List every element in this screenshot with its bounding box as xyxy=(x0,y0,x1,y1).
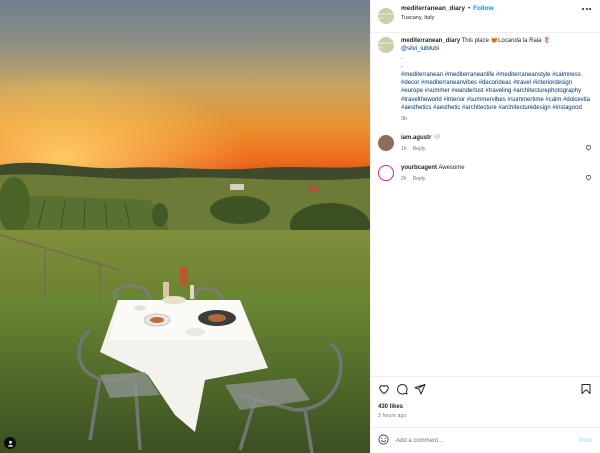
comment-text: Awesome xyxy=(438,165,465,172)
caption-hashtags[interactable]: #mediterranean #mediterraneanlife #medit… xyxy=(401,71,591,113)
author-avatar[interactable]: mediterranean diary xyxy=(376,8,396,24)
comment-username[interactable]: yourbcagent xyxy=(401,165,437,171)
comment-text: 🤍 xyxy=(433,135,441,142)
post-location[interactable]: Tuscany, Italy xyxy=(401,15,494,21)
comment-username[interactable]: iam.agustr xyxy=(401,135,431,141)
comments-section: mediterranean diary mediterranean_diary … xyxy=(371,33,600,376)
caption-emoji: 😻 xyxy=(490,38,499,44)
share-icon[interactable] xyxy=(414,382,426,400)
post-side-panel: mediterranean diary mediterranean_diary … xyxy=(370,0,600,453)
heart-icon[interactable] xyxy=(378,382,390,400)
tuscany-dinner-photo xyxy=(0,0,370,453)
caption-emoji-2: 🌷 xyxy=(543,38,551,44)
post-header: mediterranean diary mediterranean_diary … xyxy=(371,0,600,33)
caption-time: 3h xyxy=(401,115,408,122)
caption-text-suffix: Locanda la Raia xyxy=(498,38,544,44)
avatar-text: mediterranean diary xyxy=(376,12,396,20)
comment-like-icon[interactable] xyxy=(585,168,592,186)
add-comment-bar: Post xyxy=(371,427,600,453)
post-caption: mediterranean diary mediterranean_diary … xyxy=(376,37,592,123)
post-comment-button[interactable]: Post xyxy=(579,438,592,444)
emoji-icon[interactable] xyxy=(378,432,389,450)
caption-avatar-text: mediterranean diary xyxy=(376,41,396,49)
bookmark-icon[interactable] xyxy=(580,382,592,400)
caption-dot-2: . xyxy=(401,63,403,70)
post-timestamp: 3 hours ago xyxy=(378,413,407,419)
reply-button[interactable]: Reply xyxy=(413,175,426,183)
comment-item: iam.agustr 🤍 1h Reply xyxy=(378,134,592,153)
more-icon[interactable] xyxy=(582,8,591,10)
comment-time: 1h xyxy=(401,146,407,153)
caption-text-prefix: This place xyxy=(461,38,491,44)
follow-button[interactable]: Follow xyxy=(473,5,494,12)
comment-icon[interactable] xyxy=(396,382,408,400)
comment-item: yourbcagent Awesome 2h Reply xyxy=(378,164,592,183)
caption-username[interactable]: mediterranean_diary xyxy=(401,38,460,44)
user-tag-icon[interactable] xyxy=(4,437,16,449)
caption-avatar[interactable]: mediterranean diary xyxy=(376,37,396,53)
reply-button[interactable]: Reply xyxy=(413,145,426,153)
post-photo[interactable] xyxy=(0,0,370,453)
comment-like-icon[interactable] xyxy=(585,138,592,156)
caption-dot-1: . xyxy=(401,54,403,61)
action-bar xyxy=(371,376,600,404)
add-comment-input[interactable] xyxy=(396,437,579,444)
comment-time: 2h xyxy=(401,176,407,183)
instagram-post: mediterranean diary mediterranean_diary … xyxy=(0,0,600,453)
commenter-avatar[interactable] xyxy=(378,165,394,182)
caption-mention[interactable]: @silvi_lubilubi xyxy=(401,45,591,53)
author-info: mediterranean_diary • Follow Tuscany, It… xyxy=(401,4,494,21)
separator-dot: • xyxy=(467,5,471,12)
author-username[interactable]: mediterranean_diary xyxy=(401,5,465,12)
commenter-avatar[interactable] xyxy=(378,135,394,152)
